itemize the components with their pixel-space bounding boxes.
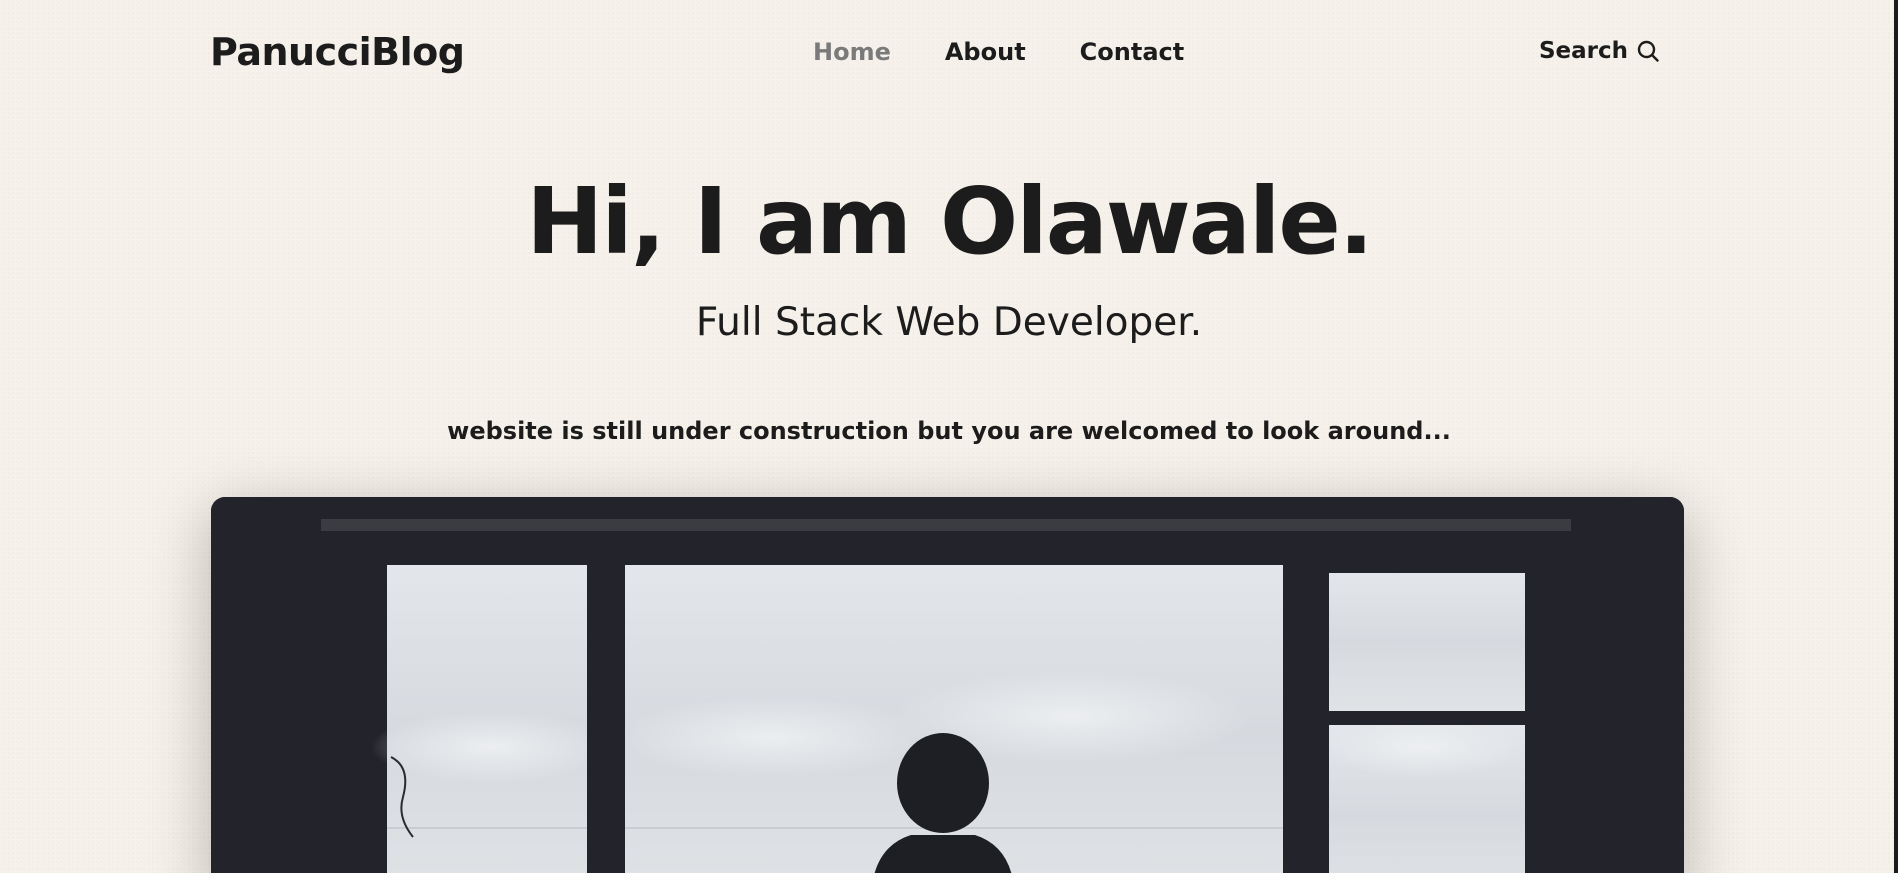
search-label: Search xyxy=(1538,38,1628,64)
nav-home-link[interactable]: Home xyxy=(813,38,891,66)
construction-notice: website is still under construction but … xyxy=(447,417,1451,445)
hero-subtitle: Full Stack Web Developer. xyxy=(695,300,1203,345)
site-header: PanucciBlog Home About Contact Search xyxy=(210,0,1660,108)
site-logo[interactable]: PanucciBlog xyxy=(210,30,465,74)
window-silhouette-image xyxy=(211,497,1684,873)
nav-contact-link[interactable]: Contact xyxy=(1080,38,1185,66)
hero-title: Hi, I am Olawale. xyxy=(526,168,1374,275)
hero-image xyxy=(211,497,1684,873)
search-button[interactable]: Search xyxy=(1539,38,1660,64)
nav-about-link[interactable]: About xyxy=(945,38,1026,66)
search-icon xyxy=(1637,40,1659,62)
main-nav: Home About Contact xyxy=(813,38,1184,66)
page: PanucciBlog Home About Contact Search Hi… xyxy=(0,0,1898,873)
